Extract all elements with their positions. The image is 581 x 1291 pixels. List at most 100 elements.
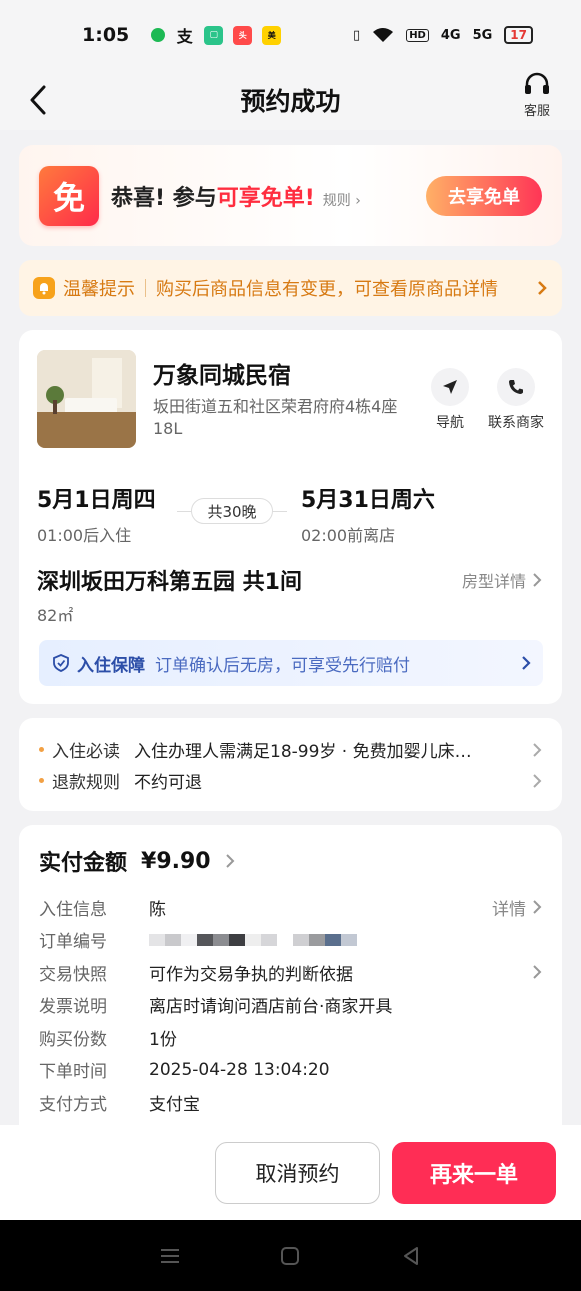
info-value: 离店时请询问酒店前台·商家开具 [149,997,393,1018]
navigate-button[interactable]: 导航 [431,368,469,432]
cancel-booking-button[interactable]: 取消预约 [215,1141,380,1204]
chevron-right-icon [225,854,235,868]
back-triangle-icon[interactable] [400,1245,422,1267]
paid-amount-row[interactable]: 实付金额 ¥9.90 [39,845,542,877]
room-detail-link[interactable]: 房型详情 [462,568,542,592]
bottom-action-bar: 取消预约 再来一单 [0,1125,581,1220]
info-value: 支付宝 [149,1094,200,1115]
info-row-order-number: 订单编号 [39,924,542,957]
info-row-snapshot[interactable]: 交易快照 可作为交易争执的判断依据 [39,956,542,989]
menu-icon[interactable] [159,1247,181,1265]
checkin-date: 5月1日周四 [37,488,156,513]
info-value: 可作为交易争执的判断依据 [149,964,353,985]
hotel-photo[interactable] [37,350,136,448]
rules-card: 入住必读 入住办理人需满足18-99岁 · 免费加婴儿床… 退款规则 不约可退 [19,718,562,811]
hotel-card: 万象同城民宿 坂田街道五和社区荣君府府4栋4座18L 导航 联系商家 5月1日周… [19,330,562,704]
guarantee-text: 订单确认后无房，可享受先行赔付 [155,655,410,676]
room-size: 82㎡ [37,606,74,625]
notice-text: 购买后商品信息有变更，可查看原商品详情 [156,279,498,300]
notes-status-icon: ▢ [204,25,224,45]
claim-free-order-button[interactable]: 去享免单 [426,175,542,216]
page-title: 预约成功 [240,87,341,116]
page-header: 预约成功 客服 [0,70,581,130]
paid-amount: ¥9.90 [141,848,211,874]
info-row-order-time: 下单时间 2025-04-28 13:04:20 [39,1054,542,1087]
navigate-icon [431,368,469,406]
free-badge-icon: 免 [39,165,99,226]
chevron-right-icon [533,900,542,914]
room-detail-label: 房型详情 [461,572,526,591]
guest-detail-label: 详情 [492,899,526,920]
system-nav-bar [0,1220,581,1291]
info-label: 发票说明 [39,997,107,1018]
contact-merchant-label: 联系商家 [488,415,544,431]
contact-merchant-button[interactable]: 联系商家 [488,368,544,432]
rule-text: 入住办理人需满足18-99岁 · 免费加婴儿床… [134,742,472,762]
chevron-right-icon [533,773,542,788]
rule-row-checkin[interactable]: 入住必读 入住办理人需满足18-99岁 · 免费加婴儿床… [39,734,542,765]
checkout-block: 5月31日周六 02:00前离店 [301,482,435,546]
hotel-name: 万象同城民宿 [153,363,291,389]
hd-icon: HD [406,28,429,42]
info-value: 2025-04-28 13:04:20 [149,1059,330,1080]
alipay-status-icon: 支 [176,27,193,46]
shield-check-icon [53,654,69,672]
status-app-icons: 支 ▢ 头 美 [151,25,282,46]
headset-icon [525,72,549,94]
info-row-guest: 入住信息 陈 详情 [39,891,542,924]
reorder-button[interactable]: 再来一单 [392,1141,556,1204]
info-label: 入住信息 [39,899,107,920]
info-row-payment: 支付方式 支付宝 [39,1086,542,1119]
meituan-status-icon: 美 [262,25,282,45]
bullet-dot [39,778,44,783]
order-number-redacted [149,933,357,946]
promo-rule-label: 规则 [322,192,351,209]
notice-title: 温馨提示 [63,279,135,300]
wechat-status-icon [151,28,166,42]
bullet-dot [39,747,44,752]
signal-4g: 4G [440,27,461,43]
back-button[interactable] [22,80,54,120]
wifi-icon [373,28,394,42]
notice-banner[interactable]: 温馨提示 购买后商品信息有变更，可查看原商品详情 [19,260,562,316]
room-name: 深圳坂田万科第五园 共1间 [37,570,302,595]
promo-text: 恭喜! 参与 可享免单! 规则 › [111,180,361,212]
rule-label: 入住必读 [52,742,120,762]
promo-rule-link[interactable]: 规则 › [323,190,361,210]
chevron-right-icon [533,573,542,587]
guarantee-banner[interactable]: 入住保障 订单确认后无房，可享受先行赔付 [39,640,543,686]
signal-5g: 5G [472,27,493,43]
info-label: 支付方式 [39,1094,107,1115]
checkin-time: 01:00后入住 [37,526,132,545]
chevron-right-icon [522,656,531,670]
chevron-right-icon [538,281,547,295]
checkin-block: 5月1日周四 01:00后入住 [37,482,156,546]
info-label: 交易快照 [39,964,107,985]
promo-text-prefix: 恭喜! 参与 [111,185,217,211]
customer-service-button[interactable]: 客服 [515,72,559,119]
info-row-quantity: 购买份数 1份 [39,1021,542,1054]
vibrate-icon: ▯ [353,27,361,43]
info-label: 购买份数 [39,1029,107,1050]
customer-service-label: 客服 [523,104,550,119]
free-order-promo: 免 恭喜! 参与 可享免单! 规则 › 去享免单 [19,145,562,246]
guest-detail-link[interactable]: 详情 [492,895,542,920]
rule-row-refund[interactable]: 退款规则 不约可退 [39,765,542,796]
info-row-invoice: 发票说明 离店时请询问酒店前台·商家开具 [39,989,542,1022]
status-bar: 1:05 支 ▢ 头 美 ▯ HD 4G 5G 17 [0,0,581,70]
checkout-date: 5月31日周六 [301,488,435,513]
nights-badge: 共30晚 [191,498,273,524]
snapshot-arrow [532,964,542,980]
status-time: 1:05 [82,24,130,46]
chevron-left-icon [30,85,46,115]
status-indicators: ▯ HD 4G 5G 17 [353,26,533,44]
paid-label: 实付金额 [39,851,128,876]
checkout-time: 02:00前离店 [301,526,396,545]
info-value: 陈 [149,899,166,920]
info-label: 下单时间 [39,1062,107,1083]
battery-icon: 17 [504,26,533,44]
notice-divider [145,279,146,297]
promo-text-highlight: 可享免单! [216,185,315,211]
home-icon[interactable] [279,1245,301,1267]
rule-text: 不约可退 [134,773,202,793]
